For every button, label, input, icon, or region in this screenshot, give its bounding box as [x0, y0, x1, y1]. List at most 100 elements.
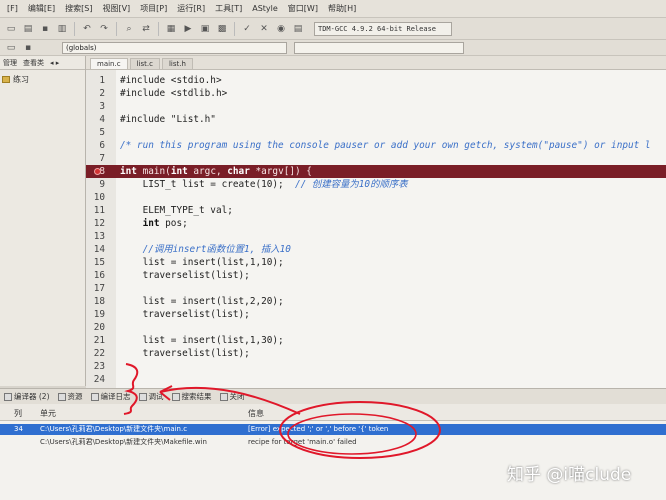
code-line[interactable]: 17	[86, 282, 666, 295]
undo-icon[interactable]: ↶	[80, 22, 94, 36]
code-line[interactable]: 10	[86, 191, 666, 204]
menu-bar: [F] 编辑[E] 搜索[S] 视图[V] 项目[P] 运行[R] 工具[T] AStyle 窗…	[0, 0, 666, 18]
tab-class-view[interactable]: 查看类	[20, 58, 47, 68]
line-number: 19	[93, 309, 105, 320]
print-icon[interactable]: ▥	[55, 22, 69, 36]
menu-item[interactable]: AStyle	[247, 4, 283, 13]
message-info: recipe for target 'main.o' failed	[248, 438, 357, 446]
compile-run-icon[interactable]: ▣	[198, 22, 212, 36]
toolbar-separator	[158, 21, 159, 36]
code-line[interactable]: 22 traverselist(list);	[86, 347, 666, 360]
new-file-icon[interactable]: ▭	[4, 22, 18, 36]
tab-search-results-label: 搜索结果	[181, 392, 212, 401]
code-editor[interactable]: 1 #include <stdio.h> 2 #include <stdlib.h> 3…	[86, 70, 666, 388]
project-icon[interactable]: ▭	[4, 41, 18, 55]
code-line[interactable]: 7	[86, 152, 666, 165]
code-line[interactable]: 5	[86, 126, 666, 139]
menu-item[interactable]: 窗口[W]	[283, 3, 323, 14]
tab-main-c[interactable]: main.c	[90, 58, 128, 69]
code-text: #include <stdio.h>	[120, 75, 222, 86]
line-number: 14	[93, 244, 105, 255]
column-header-info[interactable]: 信息	[248, 408, 264, 419]
menu-item[interactable]: 运行[R]	[172, 3, 210, 14]
line-number: 7	[99, 153, 105, 164]
code-line[interactable]: 3	[86, 100, 666, 113]
line-number: 1	[99, 75, 105, 86]
code-line[interactable]: 1 #include <stdio.h>	[86, 74, 666, 87]
search-results-icon	[171, 392, 180, 401]
compile-icon[interactable]: ▦	[164, 22, 178, 36]
code-text: #include <stdlib.h>	[120, 88, 228, 99]
run-icon[interactable]: ▶	[181, 22, 195, 36]
menu-item[interactable]: [F]	[2, 4, 23, 13]
rebuild-icon[interactable]: ▩	[215, 22, 229, 36]
compiler-select[interactable]: TDM-GCC 4.9.2 64-bit Release	[314, 21, 452, 36]
debug-icon[interactable]: ◉	[274, 22, 288, 36]
code-line[interactable]: 18 list = insert(list,2,20);	[86, 295, 666, 308]
class-icon[interactable]: ▪	[21, 41, 35, 55]
column-header-unit[interactable]: 单元	[40, 408, 56, 419]
code-line[interactable]: 12 int pos;	[86, 217, 666, 230]
code-text: list = insert(list,1,30);	[120, 335, 284, 346]
code-line[interactable]: 20	[86, 321, 666, 334]
code-line[interactable]: 16 traverselist(list);	[86, 269, 666, 282]
code-line[interactable]: 21 list = insert(list,1,30);	[86, 334, 666, 347]
menu-item[interactable]: 工具[T]	[210, 3, 247, 14]
save-icon[interactable]: ▪	[38, 22, 52, 36]
code-line[interactable]: 24	[86, 373, 666, 386]
line-number: 6	[99, 140, 105, 151]
tab-search-results[interactable]: 搜索结果	[170, 391, 214, 402]
code-text: //调用insert函数位置1, 插入10	[142, 244, 291, 255]
code-line[interactable]: 4 #include "List.h"	[86, 113, 666, 126]
code-line[interactable]: 19 traverselist(list);	[86, 308, 666, 321]
tab-list-c[interactable]: list.c	[129, 58, 160, 69]
code-line[interactable]: 9 LIST_t list = create(10); // 创建容量为10的顺…	[86, 178, 666, 191]
code-text: list = insert(list,1,10);	[120, 257, 284, 268]
line-number: 3	[99, 101, 105, 112]
message-row[interactable]: C:\Users\孔莉君\Desktop\新建文件夹\Makefile.win …	[0, 437, 666, 448]
code-line-breakpoint[interactable]: 8 int main(int argc, char *argv[]) {	[86, 165, 666, 178]
profile-icon[interactable]: ▤	[291, 22, 305, 36]
replace-icon[interactable]: ⇄	[139, 22, 153, 36]
code-line[interactable]: 13	[86, 230, 666, 243]
code-line[interactable]: 2 #include <stdlib.h>	[86, 87, 666, 100]
tab-close[interactable]: 关闭	[218, 391, 247, 402]
code-line[interactable]: 6 /* run this program using the console p…	[86, 139, 666, 152]
redo-icon[interactable]: ↷	[97, 22, 111, 36]
member-select[interactable]	[294, 41, 464, 54]
menu-item[interactable]: 编辑[E]	[23, 3, 60, 14]
tab-compile-log[interactable]: 编译日志	[89, 391, 133, 402]
message-row[interactable]: 34 C:\Users\孔莉君\Desktop\新建文件夹\main.c [Er…	[0, 424, 666, 435]
line-number: 23	[93, 361, 105, 372]
tab-resources[interactable]: 资源	[56, 391, 85, 402]
column-header-line[interactable]: 列	[14, 408, 22, 419]
open-icon[interactable]: ▤	[21, 22, 35, 36]
line-number: 17	[93, 283, 105, 294]
code-line[interactable]: 14 //调用insert函数位置1, 插入10	[86, 243, 666, 256]
code-text: int main(int argc, char *argv[]) {	[120, 166, 312, 177]
check-icon[interactable]: ✓	[240, 22, 254, 36]
search-icon[interactable]: ⌕	[122, 22, 136, 36]
scope-select[interactable]: (globals)	[62, 41, 287, 54]
tab-list-h[interactable]: list.h	[161, 58, 193, 69]
menu-item[interactable]: 帮助[H]	[323, 3, 361, 14]
code-line[interactable]: 11 ELEM_TYPE_t val;	[86, 204, 666, 217]
tab-debug[interactable]: 调试	[137, 391, 166, 402]
menu-item[interactable]: 视图[V]	[97, 3, 135, 14]
code-line[interactable]: 23	[86, 360, 666, 373]
tab-project-manager[interactable]: 管理	[0, 58, 20, 68]
project-tree-item[interactable]: 练习	[0, 70, 85, 89]
compiler-icon	[4, 392, 12, 401]
stop-icon[interactable]: ✕	[257, 22, 271, 36]
tab-compiler[interactable]: 编译器 (2)	[2, 391, 52, 402]
menu-item[interactable]: 项目[P]	[135, 3, 172, 14]
code-line[interactable]: 15 list = insert(list,1,10);	[86, 256, 666, 269]
panel-nav-arrows[interactable]: ◂ ▸	[47, 59, 62, 67]
line-number: 9	[99, 179, 105, 190]
breakpoint-icon[interactable]	[94, 168, 101, 175]
tab-resources-label: 资源	[67, 392, 83, 401]
message-line: 34	[14, 425, 23, 433]
line-number: 16	[93, 270, 105, 281]
tab-compile-log-label: 编译日志	[100, 392, 131, 401]
menu-item[interactable]: 搜索[S]	[60, 3, 97, 14]
